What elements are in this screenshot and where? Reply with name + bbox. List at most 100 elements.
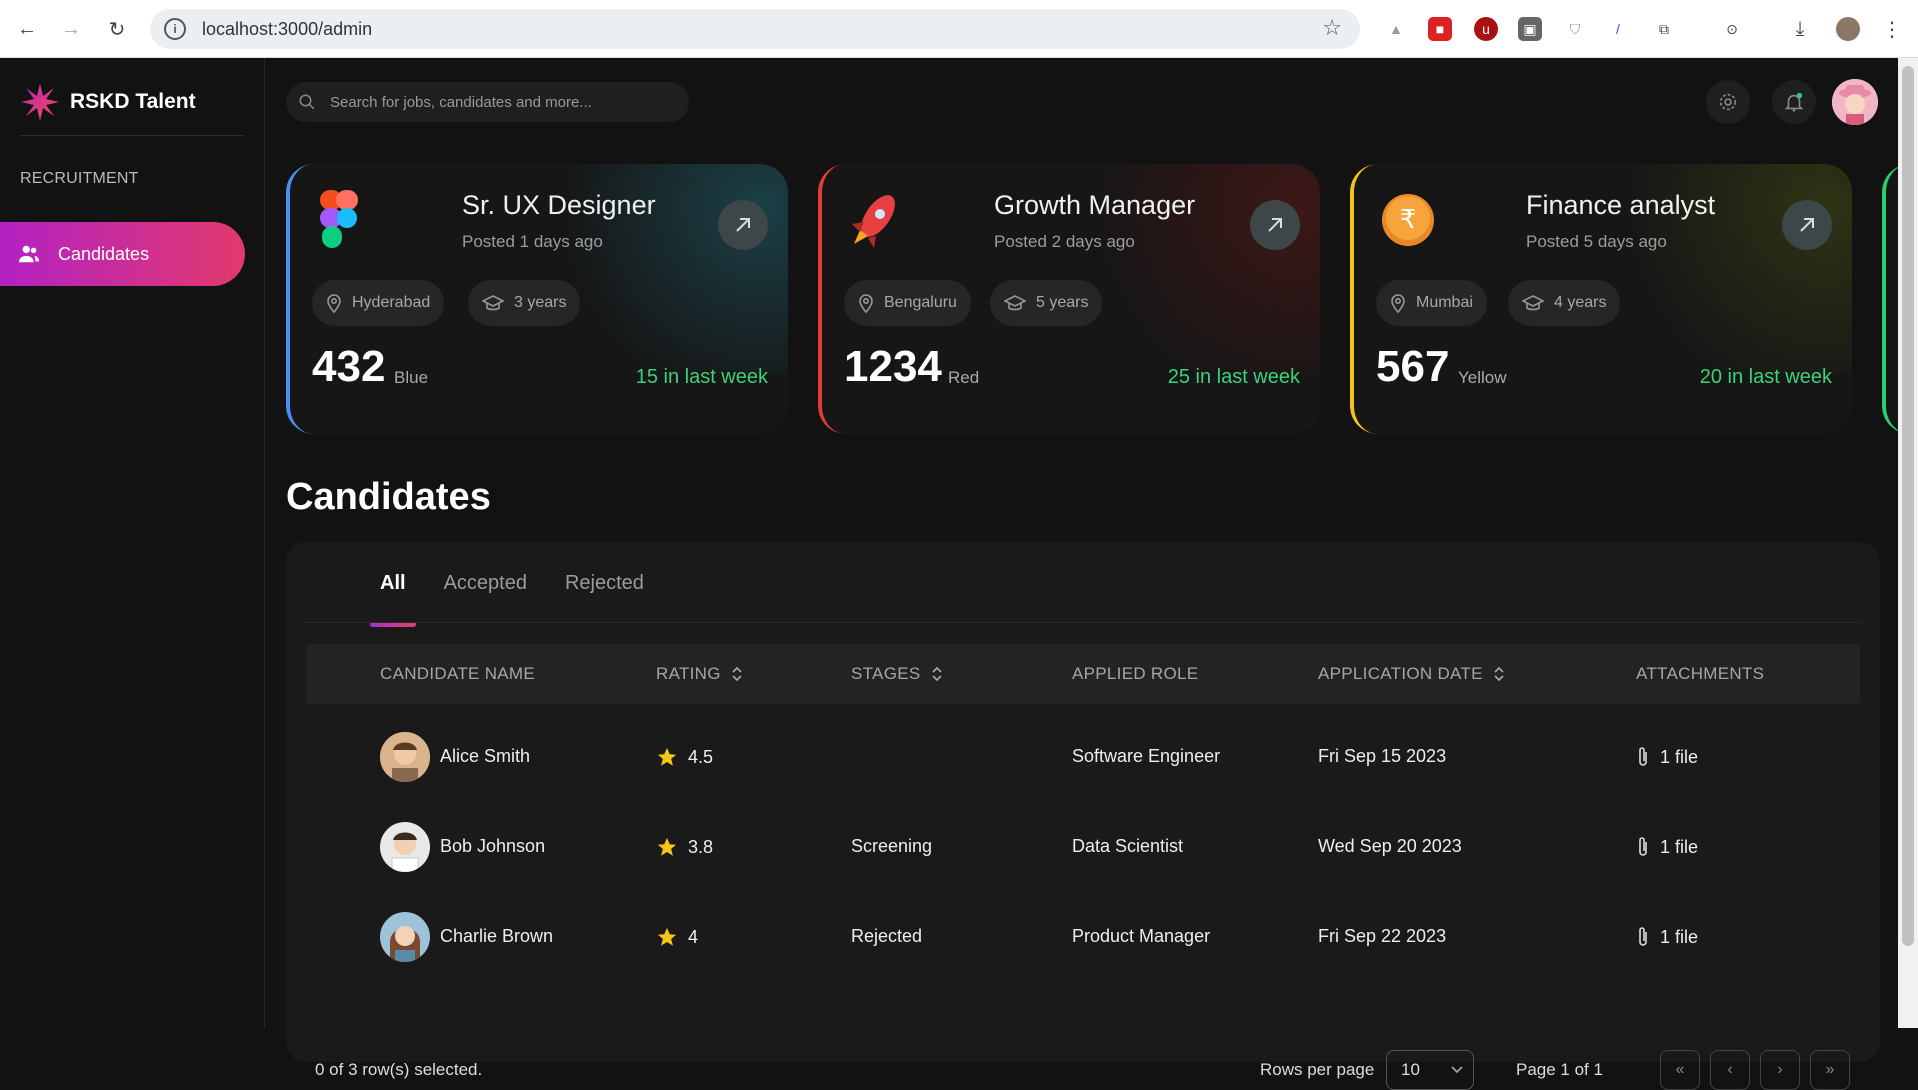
job-card[interactable]: Growth Manager Posted 2 days ago Bengalu…: [818, 164, 1320, 434]
bookmark-star-icon[interactable]: ☆: [1322, 15, 1342, 41]
attachments-text: 1 file: [1660, 926, 1699, 947]
forward-icon[interactable]: →: [56, 14, 86, 44]
back-icon[interactable]: ←: [12, 14, 42, 44]
experience-chip: 4 years: [1508, 280, 1621, 326]
sort-icon[interactable]: [731, 666, 743, 682]
avatar: [380, 822, 430, 872]
page-scrollbar[interactable]: [1898, 58, 1918, 1028]
color-name: Red: [948, 368, 980, 387]
attachments[interactable]: 1 file: [1636, 836, 1698, 858]
applicant-count: 567: [1376, 342, 1450, 391]
applied-role: Data Scientist: [1072, 836, 1184, 856]
extension-icon[interactable]: ▲: [1384, 17, 1408, 41]
url-text[interactable]: localhost:3000/admin: [202, 19, 372, 40]
rows-per-page-value: 10: [1401, 1060, 1420, 1079]
attachments-text: 1 file: [1660, 746, 1699, 767]
screenshot-icon[interactable]: ⊙: [1720, 17, 1744, 41]
rows-per-page-label: Rows per page: [1260, 1060, 1375, 1079]
rows-per-page-select[interactable]: 10: [1386, 1050, 1474, 1090]
rating: 4.5: [656, 746, 713, 768]
attachments[interactable]: 1 file: [1636, 926, 1698, 948]
pen-icon[interactable]: /: [1606, 17, 1630, 41]
job-title: Growth Manager: [994, 190, 1196, 220]
menu-dots-icon[interactable]: ⋮: [1880, 17, 1904, 41]
job-card[interactable]: Sr. UX Designer Posted 1 days ago Hydera…: [286, 164, 788, 434]
location-text: Hyderabad: [352, 294, 431, 311]
table-row[interactable]: Alice Smith 4.5 Software Engineer Fri Se…: [306, 712, 1860, 802]
search-input[interactable]: [330, 93, 650, 111]
table-row[interactable]: Bob Johnson 3.8 Screening Data Scientist…: [306, 802, 1860, 892]
address-bar[interactable]: i localhost:3000/admin ☆: [150, 9, 1360, 49]
attachments[interactable]: 1 file: [1636, 746, 1698, 768]
candidate-name[interactable]: Alice Smith: [440, 746, 530, 767]
reload-icon[interactable]: ↻: [102, 14, 132, 44]
candidate-name-text: Alice Smith: [440, 746, 531, 766]
sort-icon[interactable]: [931, 666, 943, 682]
next-page-button[interactable]: ›: [1760, 1050, 1800, 1090]
ublock-icon[interactable]: u: [1474, 17, 1498, 41]
first-page-button[interactable]: «: [1660, 1050, 1700, 1090]
open-job-button[interactable]: [1250, 200, 1300, 250]
users-icon: [18, 245, 40, 263]
extension-icon[interactable]: ▣: [1518, 17, 1542, 41]
starburst-logo-icon: [21, 83, 59, 121]
double-chevron-right-icon: »: [1825, 1061, 1835, 1078]
column-header-rating[interactable]: RATING: [656, 664, 743, 684]
column-header-attachments[interactable]: ATTACHMENTS: [1636, 664, 1764, 684]
rupee-coin-icon: ₹: [1382, 194, 1434, 246]
job-posted: Posted 1 days ago: [462, 232, 603, 251]
experience-text: 5 years: [1036, 294, 1089, 311]
applied-role: Software Engineer: [1072, 746, 1221, 766]
prev-page-button[interactable]: ‹: [1710, 1050, 1750, 1090]
site-info-icon[interactable]: i: [164, 18, 186, 40]
brand[interactable]: RSKD Talent: [20, 82, 196, 122]
extension-icon[interactable]: ■: [1428, 17, 1452, 41]
paperclip-icon: [1639, 837, 1647, 856]
arrow-up-right-icon: [1800, 218, 1814, 232]
job-card[interactable]: [1882, 164, 1898, 434]
open-job-button[interactable]: [1782, 200, 1832, 250]
bell-icon: [1784, 92, 1804, 112]
avatar: [380, 732, 430, 782]
column-header-role[interactable]: APPLIED ROLE: [1072, 664, 1198, 684]
shield-icon[interactable]: ⛉: [1563, 17, 1587, 41]
profile-avatar[interactable]: [1836, 17, 1860, 41]
open-job-button[interactable]: [718, 200, 768, 250]
rating-value: 4: [688, 926, 699, 947]
tab-accepted[interactable]: Accepted: [444, 572, 527, 595]
sort-icon[interactable]: [1493, 666, 1505, 682]
last-page-button[interactable]: »: [1810, 1050, 1850, 1090]
location-text: Bengaluru: [884, 294, 957, 311]
arrow-up-right-icon: [1268, 218, 1282, 232]
settings-button[interactable]: [1706, 80, 1750, 124]
sidebar-item-candidates[interactable]: Candidates: [0, 222, 245, 286]
tab-rejected[interactable]: Rejected: [565, 572, 644, 595]
star-icon: [657, 837, 677, 856]
main-content: Sr. UX Designer Posted 1 days ago Hydera…: [266, 58, 1898, 1090]
column-header-date[interactable]: APPLICATION DATE: [1318, 664, 1505, 684]
tab-all[interactable]: All: [370, 572, 415, 627]
column-header-stages[interactable]: STAGES: [851, 664, 943, 684]
download-icon[interactable]: ⤓: [1788, 17, 1812, 41]
avatar: [380, 912, 430, 962]
stage: Rejected: [851, 926, 923, 946]
experience-chip: 3 years: [468, 280, 581, 326]
candidate-name[interactable]: Charlie Brown: [440, 926, 553, 947]
column-header-name[interactable]: CANDIDATE NAME: [380, 664, 535, 684]
column-label: ATTACHMENTS: [1636, 664, 1765, 683]
card-accent: [1882, 164, 1898, 434]
search-bar[interactable]: [286, 82, 689, 122]
job-card[interactable]: ₹ Finance analyst Posted 5 days ago Mumb…: [1350, 164, 1852, 434]
candidate-name[interactable]: Bob Johnson: [440, 836, 545, 857]
section-label: RECRUITMENT: [20, 170, 139, 187]
table-row[interactable]: Charlie Brown 4 Rejected Product Manager…: [306, 892, 1860, 982]
extensions-puzzle-icon[interactable]: ⧉: [1652, 17, 1676, 41]
user-avatar[interactable]: [1832, 79, 1878, 125]
location-chip: Hyderabad: [312, 280, 445, 326]
notifications-button[interactable]: [1772, 80, 1816, 124]
column-label: APPLICATION DATE: [1318, 664, 1483, 683]
scrollbar-thumb[interactable]: [1902, 66, 1914, 946]
gear-icon: [1719, 93, 1737, 111]
map-pin-icon: [327, 294, 341, 313]
column-label: STAGES: [851, 664, 921, 683]
